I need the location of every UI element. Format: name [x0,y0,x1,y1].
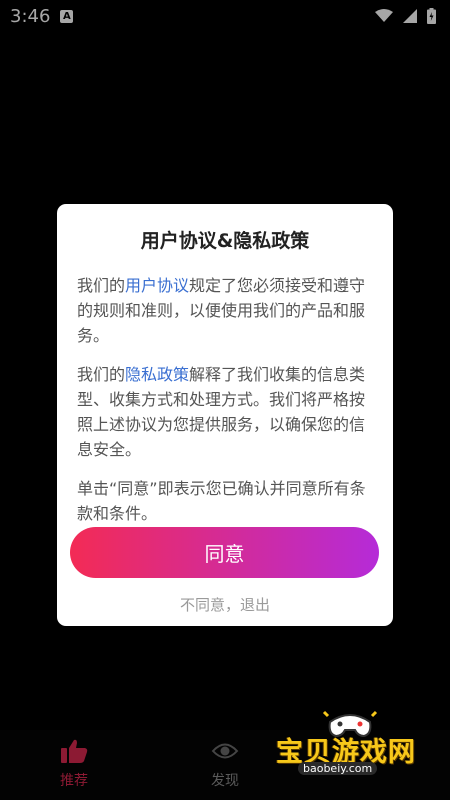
consent-paragraph: 单击“同意”即表示您已确认并同意所有条款和条件。 [77,479,366,523]
privacy-policy-link[interactable]: 隐私政策 [125,365,189,384]
privacy-policy-paragraph: 我们的隐私政策解释了我们收集的信息类型、收集方式和处理方式。我们将严格按照上述协… [77,362,373,462]
watermark: 宝贝游戏网 baobeiy.com [270,710,445,782]
user-agreement-paragraph: 我们的用户协议规定了您必须接受和遵守的规则和准则，以便使用我们的产品和服务。 [77,273,373,348]
para2-prefix: 我们的 [77,365,126,384]
dialog-title: 用户协议&隐私政策 [140,230,310,252]
user-agreement-link[interactable]: 用户协议 [125,276,189,295]
para1-prefix: 我们的 [77,276,126,295]
watermark-url: baobeiy.com [298,762,378,775]
agree-button[interactable]: 同意 [70,527,379,578]
disagree-exit-button[interactable]: 不同意，退出 [57,594,393,615]
privacy-dialog: 用户协议&隐私政策 我们的用户协议规定了您必须接受和遵守的规则和准则，以便使用我… [57,204,393,626]
